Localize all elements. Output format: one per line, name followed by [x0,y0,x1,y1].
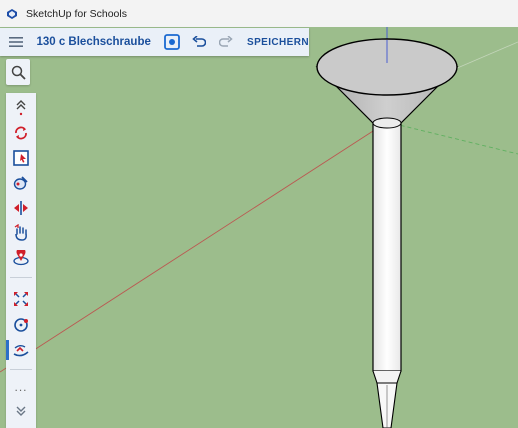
green-axis [386,121,518,155]
sidebar-divider [10,369,32,370]
scene-canvas[interactable] [0,27,518,428]
circle-tool[interactable] [6,313,36,337]
undo-icon [192,36,206,47]
sketchup-logo-icon [7,8,17,19]
screw-model[interactable] [315,38,459,428]
select-tool[interactable] [6,146,36,170]
orbit-icon [15,126,27,140]
hamburger-menu-icon [9,37,24,47]
search-button[interactable] [6,59,30,85]
position-camera-tool[interactable] [6,246,36,270]
redo-icon [218,36,233,47]
more-icon: ... [14,380,28,394]
save-button[interactable]: SPEICHERN [247,37,309,48]
hand-pan-icon [14,224,27,241]
expand-toolbar-button[interactable] [6,399,36,423]
scale-tool[interactable] [6,287,36,311]
position-camera-icon [13,250,29,266]
double-chevron-up-icon [16,100,26,116]
follow-me-tool[interactable] [6,338,36,362]
circle-icon [14,318,28,332]
ground-edge-line [447,41,518,73]
paint-tool[interactable] [6,171,36,195]
model-name[interactable]: 130 c Blechschraube [36,36,150,48]
menu-button[interactable] [0,28,32,56]
follow-me-icon [13,345,29,357]
flip-tool[interactable] [6,196,36,220]
pan-tool[interactable] [6,221,36,245]
collapse-toolbar-button[interactable] [6,95,36,119]
orbit-tool[interactable] [6,121,36,145]
title-bar: SketchUp for Schools [0,0,518,27]
select-icon [13,150,29,166]
scale-icon [14,292,28,306]
preview-button[interactable] [159,28,186,56]
redo-button[interactable] [212,28,239,56]
scene-preview-icon [164,34,181,50]
undo-button[interactable] [186,28,213,56]
window-title: SketchUp for Schools [26,7,127,20]
3d-viewport[interactable] [0,27,518,428]
top-toolbar: 130 c Blechschraube SPEICHERN [0,28,309,56]
tool-sidebar: ... [6,93,36,428]
red-axis [0,121,388,373]
double-chevron-down-icon [16,406,26,416]
paint-bucket-icon [13,176,28,190]
search-icon [11,65,26,80]
more-tools-button[interactable]: ... [6,375,36,399]
sidebar-divider [10,277,32,278]
flip-icon [14,201,28,215]
